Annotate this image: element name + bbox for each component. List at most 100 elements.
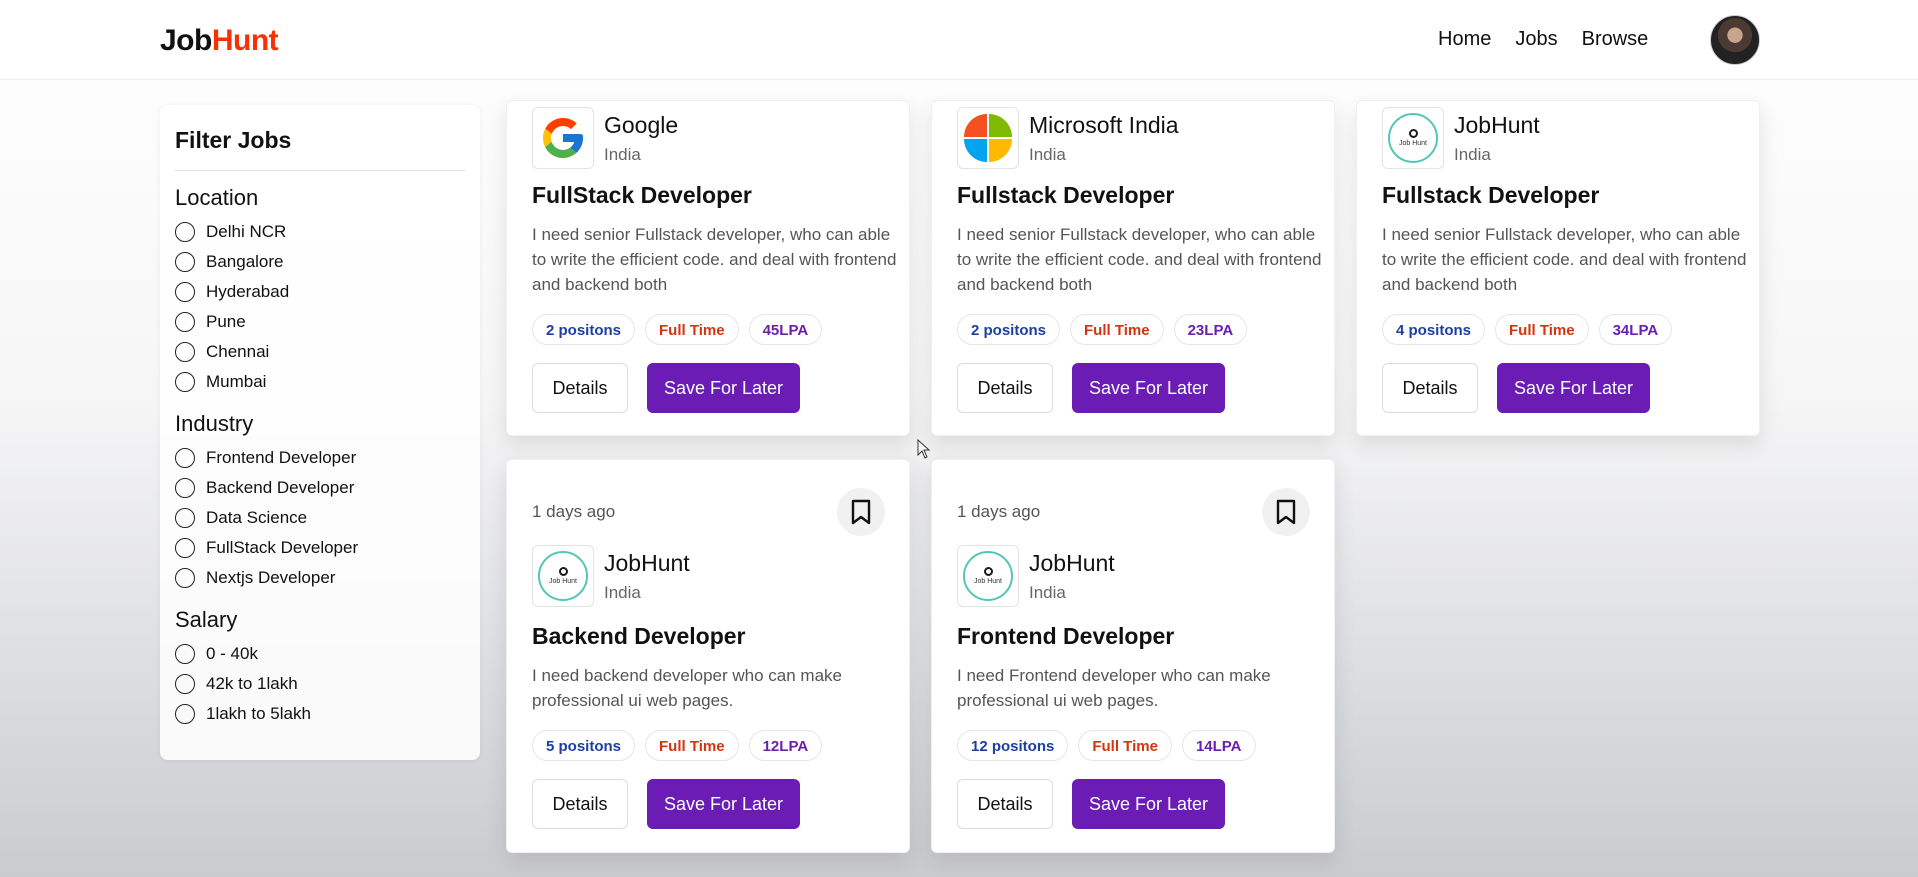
radio-label: Pune bbox=[206, 312, 246, 331]
job-description: I need senior Fullstack developer, who c… bbox=[532, 225, 897, 294]
radio-button[interactable] bbox=[175, 252, 195, 272]
card-actions: Details Save For Later bbox=[957, 363, 1225, 413]
logo-text-job: Job bbox=[160, 24, 212, 57]
company-row: Job Hunt JobHunt India bbox=[1382, 107, 1540, 169]
bookmark-button[interactable] bbox=[837, 488, 885, 536]
radio-button[interactable] bbox=[175, 538, 195, 558]
radio-option[interactable]: Nextjs Developer bbox=[175, 563, 465, 593]
radio-label: Data Science bbox=[206, 508, 308, 527]
microsoft-logo bbox=[957, 107, 1019, 169]
job-type-badge: Full Time bbox=[1070, 314, 1164, 345]
salary-badge: 12LPA bbox=[748, 730, 823, 761]
radio-label: Delhi NCR bbox=[206, 222, 287, 241]
nav-home[interactable]: Home bbox=[1438, 28, 1491, 51]
job-description: I need senior Fullstack developer, who c… bbox=[957, 225, 1322, 294]
radio-option[interactable]: Hyderabad bbox=[175, 277, 465, 307]
logo-text-hunt: Hunt bbox=[211, 24, 279, 57]
radio-label: Frontend Developer bbox=[206, 448, 357, 467]
radio-option[interactable]: Mumbai bbox=[175, 367, 465, 397]
job-title: Frontend Developer bbox=[957, 623, 1175, 649]
positions-badge: 4 positons bbox=[1382, 314, 1486, 345]
filter-group-title: Location bbox=[175, 185, 259, 210]
save-for-later-button[interactable]: Save For Later bbox=[1072, 363, 1225, 413]
bookmark-button[interactable] bbox=[1262, 488, 1310, 536]
job-card: Microsoft India India Fullstack Develope… bbox=[931, 100, 1335, 436]
radio-button[interactable] bbox=[175, 342, 195, 362]
radio-button[interactable] bbox=[175, 704, 195, 724]
nav-browse[interactable]: Browse bbox=[1582, 28, 1649, 51]
filter-group-industry: Industry Frontend Developer Backend Deve… bbox=[175, 411, 465, 593]
company-location: India bbox=[604, 144, 641, 164]
job-badges: 5 positons Full Time 12LPA bbox=[532, 730, 823, 761]
radio-button[interactable] bbox=[175, 372, 195, 392]
details-button[interactable]: Details bbox=[532, 779, 628, 829]
company-row: Job Hunt JobHunt India bbox=[957, 545, 1115, 607]
positions-badge: 2 positons bbox=[532, 314, 636, 345]
job-badges: 4 positons Full Time 34LPA bbox=[1382, 314, 1673, 345]
jobhunt-logo-icon: Job Hunt bbox=[538, 551, 588, 601]
details-button[interactable]: Details bbox=[957, 363, 1053, 413]
positions-badge: 12 positons bbox=[957, 730, 1069, 761]
company-name: JobHunt bbox=[1029, 549, 1115, 576]
job-title: Backend Developer bbox=[532, 623, 746, 649]
radio-option[interactable]: Bangalore bbox=[175, 247, 465, 277]
job-title: Fullstack Developer bbox=[957, 182, 1175, 208]
save-for-later-button[interactable]: Save For Later bbox=[1497, 363, 1650, 413]
company-location: India bbox=[1029, 582, 1066, 602]
google-logo bbox=[532, 107, 594, 169]
job-type-badge: Full Time bbox=[645, 730, 739, 761]
save-for-later-button[interactable]: Save For Later bbox=[647, 779, 800, 829]
radio-option[interactable]: Chennai bbox=[175, 337, 465, 367]
radio-button[interactable] bbox=[175, 508, 195, 528]
brand-logo[interactable]: JobHunt bbox=[160, 24, 279, 58]
radio-button[interactable] bbox=[175, 312, 195, 332]
radio-button[interactable] bbox=[175, 478, 195, 498]
radio-option[interactable]: 0 - 40k bbox=[175, 639, 465, 669]
radio-option[interactable]: Delhi NCR bbox=[175, 217, 465, 247]
details-button[interactable]: Details bbox=[532, 363, 628, 413]
nav-jobs[interactable]: Jobs bbox=[1515, 28, 1557, 51]
radio-button[interactable] bbox=[175, 568, 195, 588]
company-row: Microsoft India India bbox=[957, 107, 1179, 169]
card-actions: Details Save For Later bbox=[532, 363, 800, 413]
radio-label: Bangalore bbox=[206, 252, 284, 271]
company-location: India bbox=[604, 582, 641, 602]
positions-badge: 2 positons bbox=[957, 314, 1061, 345]
job-card: Job Hunt JobHunt India Fullstack Develop… bbox=[1356, 100, 1760, 436]
details-button[interactable]: Details bbox=[957, 779, 1053, 829]
radio-button[interactable] bbox=[175, 222, 195, 242]
google-logo-icon bbox=[543, 118, 583, 158]
radio-option[interactable]: 42k to 1lakh bbox=[175, 669, 465, 699]
jobhunt-logo: Job Hunt bbox=[957, 545, 1019, 607]
radio-button[interactable] bbox=[175, 448, 195, 468]
company-name: Google bbox=[604, 111, 679, 138]
filter-sidebar: Filter Jobs Location Delhi NCR Bangalore… bbox=[160, 105, 480, 760]
radio-label: Mumbai bbox=[206, 372, 267, 391]
radio-button[interactable] bbox=[175, 674, 195, 694]
radio-label: 0 - 40k bbox=[206, 644, 258, 663]
company-name: Microsoft India bbox=[1029, 111, 1179, 138]
filter-title: Filter Jobs bbox=[175, 127, 292, 153]
job-description: I need Frontend developer who can make p… bbox=[957, 666, 1271, 710]
radio-button[interactable] bbox=[175, 282, 195, 302]
radio-label: Chennai bbox=[206, 342, 270, 361]
radio-option[interactable]: Backend Developer bbox=[175, 473, 465, 503]
radio-option[interactable]: 1lakh to 5lakh bbox=[175, 699, 465, 729]
job-type-badge: Full Time bbox=[645, 314, 739, 345]
radio-option[interactable]: Data Science bbox=[175, 503, 465, 533]
save-for-later-button[interactable]: Save For Later bbox=[647, 363, 800, 413]
radio-option[interactable]: FullStack Developer bbox=[175, 533, 465, 563]
save-for-later-button[interactable]: Save For Later bbox=[1072, 779, 1225, 829]
user-avatar[interactable] bbox=[1710, 15, 1760, 65]
radio-option[interactable]: Frontend Developer bbox=[175, 443, 465, 473]
radio-label: Hyderabad bbox=[206, 282, 290, 301]
radio-button[interactable] bbox=[175, 644, 195, 664]
job-title: FullStack Developer bbox=[532, 182, 752, 208]
posted-time: 1 days ago bbox=[532, 502, 616, 521]
details-button[interactable]: Details bbox=[1382, 363, 1478, 413]
radio-option[interactable]: Pune bbox=[175, 307, 465, 337]
company-location: India bbox=[1029, 144, 1066, 164]
job-badges: 2 positons Full Time 45LPA bbox=[532, 314, 823, 345]
filter-group-title: Industry bbox=[175, 411, 254, 436]
salary-badge: 23LPA bbox=[1173, 314, 1248, 345]
